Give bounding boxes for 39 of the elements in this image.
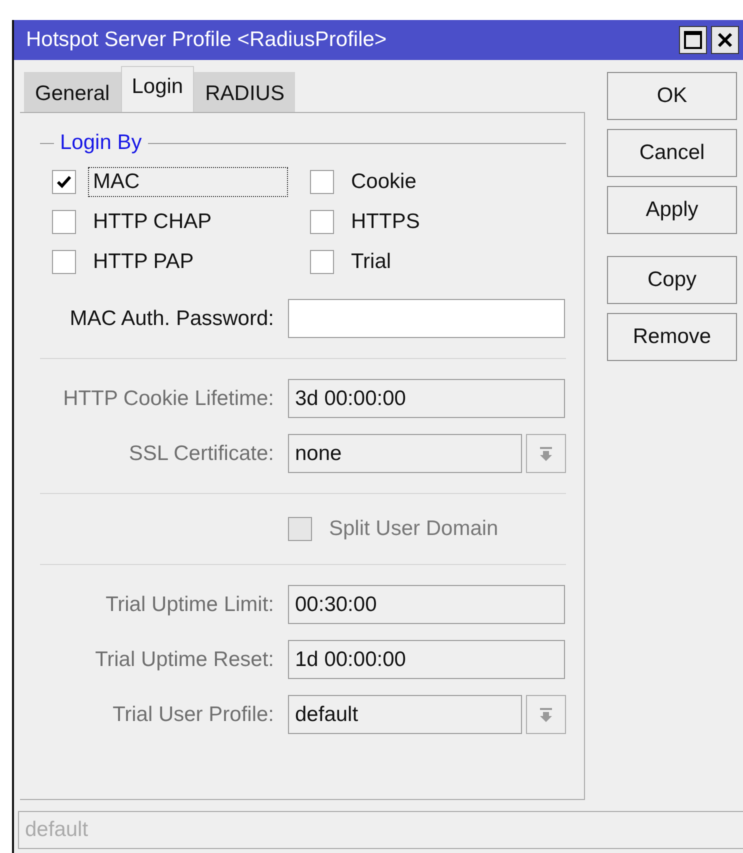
checkbox-label[interactable]: MAC (88, 167, 288, 197)
field-label: SSL Certificate: (128, 442, 274, 466)
dialog-button[interactable]: OK (607, 72, 737, 120)
maximize-button[interactable] (679, 26, 707, 54)
field-label: MAC Auth. Password: (68, 306, 274, 330)
window-title: Hotspot Server Profile <RadiusProfile> (26, 28, 387, 52)
field-label: Trial Uptime Reset: (94, 648, 274, 672)
dialog-button[interactable]: Apply (607, 186, 737, 234)
checkbox-label[interactable]: HTTPS (346, 207, 425, 237)
checkbox-label[interactable]: HTTP PAP (88, 247, 199, 277)
checkbox-label[interactable]: Cookie (346, 167, 422, 197)
close-button[interactable] (711, 26, 739, 54)
tab[interactable]: General (24, 72, 121, 112)
group-title: Login By (60, 131, 142, 155)
checkbox-label[interactable]: HTTP CHAP (88, 207, 217, 237)
field-label: Trial User Profile: (112, 702, 274, 726)
text-field[interactable] (288, 299, 565, 338)
close-icon (717, 32, 733, 48)
dropdown-button[interactable] (526, 434, 566, 473)
dropdown-arrow-icon (538, 706, 554, 722)
field-label: HTTP Cookie Lifetime: (62, 386, 274, 410)
checkbox-label[interactable]: Trial (346, 247, 396, 277)
checkbox[interactable] (310, 170, 334, 194)
checkbox[interactable] (310, 250, 334, 274)
status-bar: default (18, 811, 743, 849)
dropdown-arrow-icon (538, 446, 554, 462)
checkbox[interactable] (52, 170, 76, 194)
tab[interactable]: RADIUS (194, 72, 296, 112)
dialog-button[interactable]: Cancel (607, 129, 737, 177)
dialog-button[interactable]: Remove (607, 313, 737, 361)
tab[interactable]: Login (120, 66, 194, 112)
checkmark-icon (57, 175, 71, 189)
dialog-button[interactable]: Copy (607, 256, 737, 304)
checkbox[interactable] (52, 250, 76, 274)
dropdown-button[interactable] (526, 695, 566, 734)
field-label: Trial Uptime Limit: (104, 592, 274, 616)
maximize-icon (684, 31, 702, 49)
checkbox[interactable] (52, 210, 76, 234)
checkbox[interactable] (310, 210, 334, 234)
